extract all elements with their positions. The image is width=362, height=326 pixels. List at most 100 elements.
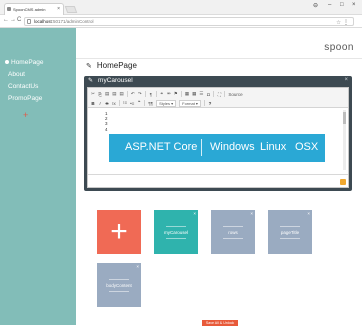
toolbar-separator <box>203 100 205 106</box>
browser-titlebar: SpoonCMS admin × ⊖ – □ × <box>0 0 362 15</box>
tile-divider <box>280 238 300 239</box>
tile-close-icon[interactable]: × <box>193 211 196 216</box>
styles-dropdown[interactable]: Styles ▾ <box>156 99 177 107</box>
content-tile-mycarousel[interactable]: × myCarousel <box>154 210 198 254</box>
numbered-list: 1 2 3 4 <box>105 111 108 132</box>
image-icon[interactable]: ▦ <box>185 91 189 97</box>
resize-handle-icon[interactable] <box>340 179 346 185</box>
url-field[interactable]: localhost:50171/adminControl ☆ ⋮ <box>24 17 354 26</box>
tile-divider <box>280 226 300 227</box>
anchor-icon[interactable]: ⚑ <box>174 91 178 97</box>
paste-icon[interactable]: ▤ <box>105 91 109 97</box>
banner-text-windows: Windows <box>210 141 255 153</box>
panel-header: ✎ myCarousel <box>88 77 133 84</box>
tile-divider <box>166 226 186 227</box>
toolbar-separator <box>126 91 128 97</box>
panel-title: myCarousel <box>98 77 133 84</box>
active-indicator-icon <box>5 60 9 64</box>
sidebar-item-promopage[interactable]: PromoPage <box>8 95 42 102</box>
bold-icon[interactable]: B <box>91 101 95 106</box>
maximize-icon[interactable]: □ <box>340 2 344 8</box>
format-dropdown[interactable]: Format ▾ <box>179 99 201 107</box>
remove-format-icon[interactable]: Ix <box>112 101 116 106</box>
tile-close-icon[interactable]: × <box>307 211 310 216</box>
url-path: :50171/adminControl <box>51 19 94 24</box>
numbered-list-icon[interactable]: ⁝≡ <box>123 100 127 106</box>
panel-close-icon[interactable]: × <box>344 77 348 83</box>
paste-text-icon[interactable]: ▤ <box>112 91 116 97</box>
editor-toolbar: ✂ ⎘ ▤ ▤ ▤ ↶ ↷ ¶ ⚭ ⚮ ⚑ ▦ ▦ ☰ Ω ⛶ Source B… <box>88 88 348 108</box>
cut-icon[interactable]: ✂ <box>91 91 95 97</box>
page-title: ✎ HomePage <box>86 61 137 70</box>
sidebar: HomePage About ContactUs PromoPage + <box>0 28 76 325</box>
save-all-button[interactable]: Save All & Unlock <box>202 320 238 326</box>
toolbar-separator <box>155 91 157 97</box>
header-divider <box>76 58 362 59</box>
maximize-editor-icon[interactable]: ⛶ <box>217 92 221 97</box>
sidebar-item-label: HomePage <box>11 59 44 66</box>
help-icon[interactable]: ? <box>208 101 212 106</box>
sidebar-item-homepage[interactable]: HomePage <box>5 59 44 66</box>
paste-word-icon[interactable]: ▤ <box>120 91 124 97</box>
content-tile-bodycontent[interactable]: × bodyContent <box>97 263 141 307</box>
banner-divider <box>201 139 202 156</box>
toolbar-separator <box>213 91 215 97</box>
content-tile-pagetitle[interactable]: × pageTitle <box>268 210 312 254</box>
tile-close-icon[interactable]: × <box>136 264 139 269</box>
window-close-icon[interactable]: × <box>352 2 356 8</box>
new-tab-button[interactable] <box>64 6 78 13</box>
add-page-icon[interactable]: + <box>23 110 28 120</box>
tile-divider <box>223 226 243 227</box>
scrollbar-thumb[interactable] <box>343 112 346 124</box>
tile-label: pageTitle <box>280 230 300 235</box>
rich-text-editor[interactable]: ✂ ⎘ ▤ ▤ ▤ ↶ ↷ ¶ ⚭ ⚮ ⚑ ▦ ▦ ☰ Ω ⛶ Source B… <box>87 87 349 188</box>
copy-icon[interactable]: ⎘ <box>98 92 102 97</box>
toolbar-separator <box>224 91 226 97</box>
blockquote-icon[interactable]: ❝ <box>137 100 141 106</box>
redo-icon[interactable]: ↷ <box>138 91 142 97</box>
tile-divider <box>109 291 129 292</box>
back-icon[interactable]: ← <box>3 17 9 23</box>
add-content-tile[interactable]: + <box>97 210 141 254</box>
undo-icon[interactable]: ↶ <box>131 91 135 97</box>
brand-logo: spoon <box>324 42 354 53</box>
toolbar-separator <box>180 91 182 97</box>
banner-text-osx: OSX <box>295 141 319 153</box>
italic-icon[interactable]: I <box>98 101 102 106</box>
minimize-icon[interactable]: – <box>328 2 331 8</box>
special-char-icon[interactable]: Ω <box>206 92 210 97</box>
sidebar-item-label: PromoPage <box>8 95 43 102</box>
toolbar-separator <box>144 100 146 106</box>
carousel-banner-image: ASP.NET Core Windows Linux OSX <box>109 134 325 162</box>
forward-icon[interactable]: → <box>10 17 16 23</box>
favicon-icon <box>7 7 11 11</box>
content-tile-rows[interactable]: × rows <box>211 210 255 254</box>
banner-text-aspnet: ASP.NET Core <box>125 141 198 153</box>
list-item: 3 <box>105 121 108 127</box>
toolbar-separator <box>144 91 146 97</box>
editor-scrollbar[interactable] <box>343 110 346 170</box>
browser-tab[interactable]: SpoonCMS admin × <box>4 3 64 15</box>
horizontal-line-icon[interactable]: ☰ <box>199 91 203 97</box>
tab-close-icon[interactable]: × <box>57 4 60 15</box>
tile-divider <box>223 238 243 239</box>
sidebar-item-contactus[interactable]: ContactUs <box>8 83 38 90</box>
unlink-icon[interactable]: ⚮ <box>167 91 171 97</box>
tile-close-icon[interactable]: × <box>250 211 253 216</box>
list-item: 4 <box>105 126 108 132</box>
toolbar-separator <box>119 100 120 106</box>
sidebar-item-about[interactable]: About <box>8 71 25 78</box>
reload-icon[interactable]: C <box>17 17 21 23</box>
editor-status-bar <box>88 174 348 175</box>
bookmark-star-icon[interactable]: ☆ <box>336 19 341 27</box>
table-icon[interactable]: ▦ <box>192 91 196 97</box>
browser-menu-icon[interactable]: ⋮ <box>343 19 349 27</box>
bulleted-list-icon[interactable]: •≡ <box>130 101 134 106</box>
link-icon[interactable]: ⚭ <box>160 91 164 97</box>
pencil-icon: ✎ <box>88 78 94 84</box>
profile-icon[interactable]: ⊖ <box>313 2 318 9</box>
strikethrough-icon[interactable]: S <box>105 101 109 106</box>
source-button[interactable]: Source <box>228 92 242 97</box>
spellcheck-icon[interactable]: ¶ <box>149 92 153 97</box>
paragraph-icon[interactable]: ¶¶ <box>148 101 153 106</box>
